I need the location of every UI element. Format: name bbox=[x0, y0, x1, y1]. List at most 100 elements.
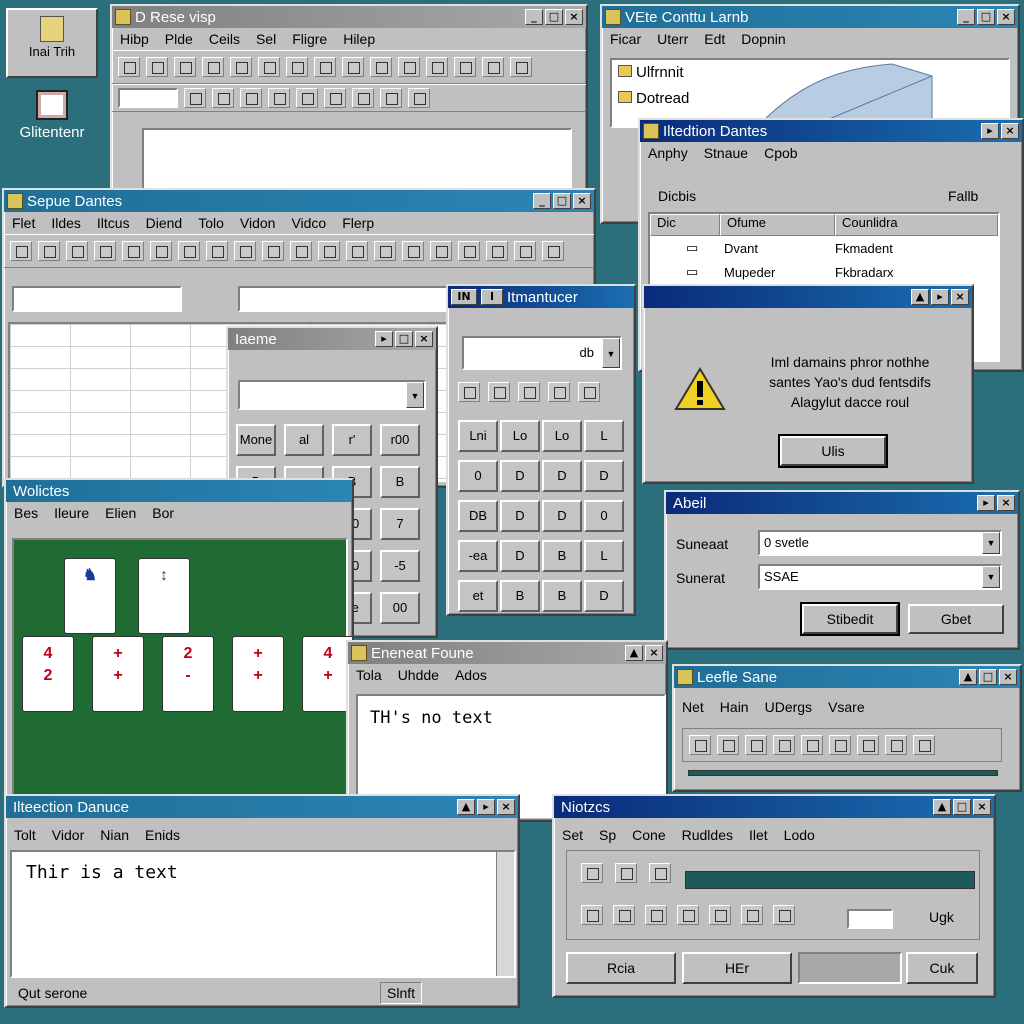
seek-slider[interactable] bbox=[688, 770, 998, 776]
maximize-button[interactable]: □ bbox=[953, 799, 971, 815]
calc-key[interactable]: 0 bbox=[584, 500, 624, 532]
calc-key[interactable]: D bbox=[500, 460, 540, 492]
title-bar[interactable]: Leefle Sane ▲ □ × bbox=[674, 666, 1020, 688]
calc-key[interactable]: Lo bbox=[500, 420, 540, 452]
tool-button[interactable] bbox=[370, 57, 392, 77]
tool-button[interactable] bbox=[342, 57, 364, 77]
menu-item[interactable]: Ficar bbox=[610, 31, 641, 47]
maximize-button[interactable]: □ bbox=[545, 9, 563, 25]
minimize-button[interactable]: ▲ bbox=[933, 799, 951, 815]
tool-button[interactable] bbox=[234, 241, 256, 261]
card-table[interactable]: ♞ ↕ 4 2 + +2- + +4 + bbox=[12, 538, 352, 804]
tool-button[interactable] bbox=[709, 905, 731, 925]
calc-key[interactable]: D bbox=[542, 460, 582, 492]
menu-item[interactable]: Lodo bbox=[784, 827, 815, 843]
title-bar[interactable]: Abeil ▸ × bbox=[666, 492, 1018, 514]
menu-item[interactable]: Ileure bbox=[54, 505, 89, 521]
tool-button[interactable] bbox=[645, 905, 667, 925]
notes-field[interactable] bbox=[847, 909, 893, 929]
tool-button[interactable] bbox=[745, 735, 767, 755]
tool-button[interactable] bbox=[510, 57, 532, 77]
menu-item[interactable]: Stnaue bbox=[704, 145, 748, 161]
tableau-card[interactable]: 2- bbox=[162, 636, 214, 712]
calc-key[interactable]: B bbox=[380, 466, 420, 498]
tool-button[interactable] bbox=[689, 735, 711, 755]
text-area[interactable]: Thir is a text bbox=[10, 850, 516, 978]
menu-item[interactable]: Hain bbox=[720, 699, 749, 715]
tool-button[interactable] bbox=[518, 382, 540, 402]
menu-item[interactable]: Uhdde bbox=[398, 667, 439, 683]
chevron-down-icon[interactable]: ▼ bbox=[982, 532, 1000, 554]
tool-button[interactable] bbox=[426, 57, 448, 77]
maximize-button[interactable]: ▸ bbox=[931, 289, 949, 305]
help-button[interactable]: ▸ bbox=[375, 331, 393, 347]
tool-button[interactable] bbox=[488, 382, 510, 402]
help-button[interactable]: ▸ bbox=[977, 495, 995, 511]
calc-key[interactable]: DB bbox=[458, 500, 498, 532]
tool-button[interactable] bbox=[290, 241, 312, 261]
minimize-button[interactable]: ▲ bbox=[911, 289, 929, 305]
tool-button[interactable] bbox=[857, 735, 879, 755]
menu-item[interactable]: Iltcus bbox=[97, 215, 130, 231]
table-row[interactable]: ▭ Mupeder Fkbradarx bbox=[650, 260, 998, 284]
menu-item[interactable]: Anphy bbox=[648, 145, 688, 161]
tool-button[interactable] bbox=[268, 88, 290, 108]
calc-key[interactable]: r' bbox=[332, 424, 372, 456]
menu-item[interactable]: UDergs bbox=[765, 699, 812, 715]
page-icon[interactable] bbox=[581, 863, 603, 883]
cancel-button[interactable]: Gbet bbox=[908, 604, 1004, 634]
close-button[interactable]: × bbox=[565, 9, 583, 25]
calc-key[interactable]: D bbox=[500, 540, 540, 572]
calc-key[interactable]: et bbox=[458, 580, 498, 612]
tool-button[interactable] bbox=[458, 241, 480, 261]
tool-button[interactable] bbox=[346, 241, 368, 261]
restore-button[interactable]: ▸ bbox=[981, 123, 999, 139]
menu-item[interactable]: Cpob bbox=[764, 145, 797, 161]
calc-key[interactable]: B bbox=[542, 580, 582, 612]
tool-button[interactable] bbox=[741, 905, 763, 925]
tool-button[interactable] bbox=[486, 241, 508, 261]
tool-button[interactable] bbox=[773, 905, 795, 925]
tool-button[interactable] bbox=[174, 57, 196, 77]
title-bar[interactable]: D Rese visp _ □ × bbox=[112, 6, 586, 28]
tool-button[interactable] bbox=[677, 905, 699, 925]
maximize-button[interactable]: □ bbox=[395, 331, 413, 347]
tool-button[interactable] bbox=[240, 88, 262, 108]
tableau-card[interactable]: + + bbox=[92, 636, 144, 712]
tool-button[interactable] bbox=[286, 57, 308, 77]
title-bar[interactable]: Iaeme ▸ □ × bbox=[228, 328, 436, 350]
menu-item[interactable]: Tolo bbox=[198, 215, 224, 231]
tool-button[interactable] bbox=[514, 241, 536, 261]
menu-item[interactable]: Tola bbox=[356, 667, 382, 683]
tool-button[interactable] bbox=[318, 241, 340, 261]
close-button[interactable]: × bbox=[951, 289, 969, 305]
menu-item[interactable]: Ceils bbox=[209, 31, 240, 47]
close-button[interactable]: × bbox=[999, 669, 1017, 685]
calc-key[interactable]: L bbox=[584, 540, 624, 572]
calc-key[interactable]: B bbox=[500, 580, 540, 612]
menu-item[interactable]: Flerp bbox=[342, 215, 374, 231]
minimize-button[interactable]: ▲ bbox=[457, 799, 475, 815]
title-bar[interactable]: Niotzcs ▲ □ × bbox=[554, 796, 994, 818]
calc-key[interactable]: -5 bbox=[380, 550, 420, 582]
menu-item[interactable]: Enids bbox=[145, 827, 180, 843]
close-button[interactable]: × bbox=[997, 495, 1015, 511]
calc-key[interactable]: -ea bbox=[458, 540, 498, 572]
calc-key[interactable]: 0 bbox=[458, 460, 498, 492]
tool-button[interactable] bbox=[458, 382, 480, 402]
tool-button[interactable] bbox=[150, 241, 172, 261]
menu-item[interactable]: Diend bbox=[146, 215, 183, 231]
tool-button[interactable] bbox=[146, 57, 168, 77]
desktop-icon-notepad[interactable]: Inai Trih bbox=[6, 8, 98, 78]
minimize-button[interactable]: _ bbox=[525, 9, 543, 25]
calc-key[interactable]: L bbox=[584, 420, 624, 452]
maximize-button[interactable]: □ bbox=[553, 193, 571, 209]
tool-button[interactable] bbox=[885, 735, 907, 755]
tool-button[interactable] bbox=[122, 241, 144, 261]
chart-item[interactable]: Ulfrnnit bbox=[618, 64, 684, 81]
chart-item[interactable]: Dotread bbox=[618, 90, 689, 107]
chevron-down-icon[interactable]: ▼ bbox=[406, 382, 424, 408]
close-button[interactable]: × bbox=[497, 799, 515, 815]
close-button[interactable]: × bbox=[645, 645, 663, 661]
tool-button[interactable] bbox=[262, 241, 284, 261]
